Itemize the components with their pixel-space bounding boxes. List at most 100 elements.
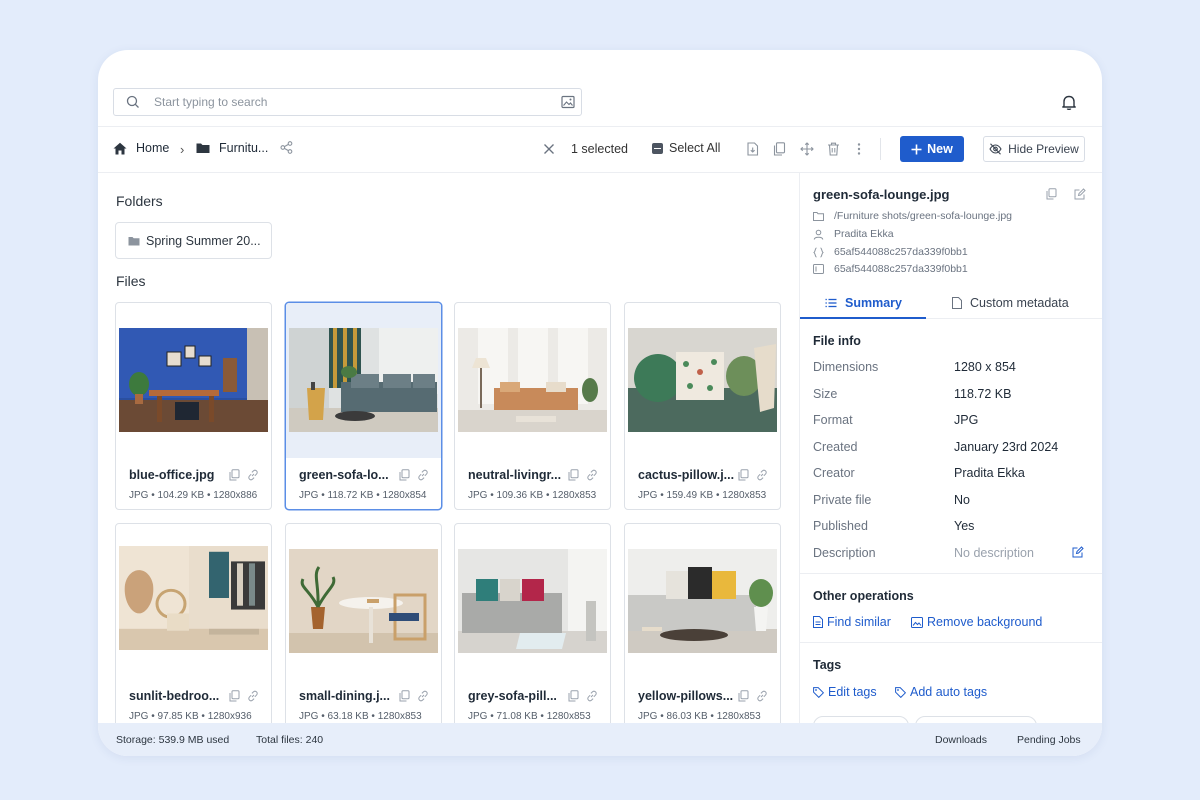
folder-item[interactable]: Spring Summer 20...: [115, 222, 272, 259]
file-card[interactable]: neutral-livingr... JPG • 109.36 KB • 128…: [454, 302, 611, 510]
info-value: 118.72 KB: [954, 387, 1012, 401]
tab-summary[interactable]: Summary: [825, 296, 902, 310]
copy-icon[interactable]: [773, 142, 786, 156]
thumbnail-image: [628, 328, 777, 432]
thumbnail-image: [458, 549, 607, 653]
share-icon[interactable]: [280, 141, 293, 154]
files-heading: Files: [116, 273, 146, 289]
close-icon[interactable]: [543, 143, 555, 155]
divider: [880, 138, 881, 160]
pending-jobs-link[interactable]: Pending Jobs: [1017, 734, 1081, 746]
more-vertical-icon[interactable]: [856, 142, 862, 156]
tab-custom-label: Custom metadata: [970, 296, 1069, 310]
copy-icon[interactable]: [738, 469, 749, 481]
copy-icon[interactable]: [1046, 188, 1057, 200]
home-icon: [113, 142, 127, 154]
thumbnail-image: [119, 328, 268, 432]
file-name: green-sofa-lo...: [299, 468, 389, 482]
remove-background-label: Remove background: [927, 615, 1043, 629]
image-edit-icon: [911, 616, 923, 628]
info-key: Description: [813, 546, 876, 560]
file-card[interactable]: small-dining.j... JPG • 63.18 KB • 1280x…: [285, 523, 442, 731]
folder-name: Spring Summer 20...: [146, 233, 261, 248]
hide-preview-label: Hide Preview: [1008, 142, 1079, 156]
delete-icon[interactable]: [827, 142, 840, 156]
copy-icon[interactable]: [738, 690, 749, 702]
file-name: sunlit-bedroo...: [129, 689, 220, 703]
link-icon[interactable]: [586, 690, 598, 702]
file-card[interactable]: cactus-pillow.j... JPG • 159.49 KB • 128…: [624, 302, 781, 510]
folder-outline-icon: [813, 211, 824, 221]
document-icon: [952, 297, 962, 309]
thumbnail-image: [289, 549, 438, 653]
total-files-status: Total files: 240: [256, 734, 324, 746]
divider: [98, 172, 1102, 173]
remove-background-button[interactable]: Remove background: [911, 615, 1042, 629]
link-icon[interactable]: [417, 690, 429, 702]
file-card[interactable]: sunlit-bedroo... JPG • 97.85 KB • 1280x9…: [115, 523, 272, 731]
info-key: Published: [813, 519, 868, 533]
new-button[interactable]: New: [900, 136, 964, 162]
link-icon[interactable]: [756, 469, 768, 481]
app-window: Home › Furnitu... 1 selected Select All …: [98, 50, 1102, 756]
user-icon: [813, 229, 824, 240]
file-name: cactus-pillow.j...: [638, 468, 735, 482]
breadcrumb-folder-label: Furnitu...: [219, 141, 269, 155]
folder-icon: [128, 236, 140, 245]
preview-id-secondary: 65af544088c257da339f0bb1: [813, 263, 968, 275]
search-input[interactable]: [154, 93, 554, 111]
download-icon[interactable]: [746, 142, 759, 156]
copy-icon[interactable]: [399, 690, 410, 702]
chevron-right-icon: ›: [180, 142, 185, 157]
thumbnail-area: [625, 303, 780, 458]
link-icon[interactable]: [586, 469, 598, 481]
divider: [800, 573, 1102, 574]
copy-icon[interactable]: [568, 469, 579, 481]
notifications-bell-icon[interactable]: [1061, 94, 1077, 111]
image-search-icon[interactable]: [561, 95, 575, 109]
file-card[interactable]: yellow-pillows... JPG • 86.03 KB • 1280x…: [624, 523, 781, 731]
find-similar-button[interactable]: Find similar: [813, 615, 891, 629]
file-meta: JPG • 104.29 KB • 1280x886: [129, 490, 258, 501]
breadcrumb-home[interactable]: Home: [113, 141, 169, 155]
file-meta: JPG • 109.36 KB • 1280x853: [468, 490, 597, 501]
tab-custom-metadata[interactable]: Custom metadata: [952, 296, 1069, 310]
thumbnail-image: [119, 546, 268, 650]
file-name: yellow-pillows...: [638, 689, 734, 703]
link-icon[interactable]: [247, 690, 259, 702]
search-icon: [126, 95, 139, 108]
select-all-button[interactable]: Select All: [652, 141, 720, 155]
copy-icon[interactable]: [568, 690, 579, 702]
copy-icon[interactable]: [229, 690, 240, 702]
braces-icon: [813, 247, 824, 257]
edit-description-icon[interactable]: [1072, 546, 1084, 558]
move-icon[interactable]: [800, 142, 814, 156]
file-card-selected[interactable]: green-sofa-lo... JPG • 118.72 KB • 1280x…: [285, 302, 442, 510]
info-key: Creator: [813, 466, 855, 480]
preview-id: 65af544088c257da339f0bb1: [813, 246, 968, 258]
file-card[interactable]: blue-office.jpg JPG • 104.29 KB • 1280x8…: [115, 302, 272, 510]
tag-icon: [895, 686, 906, 698]
copy-icon[interactable]: [399, 469, 410, 481]
info-value: January 23rd 2024: [954, 440, 1059, 454]
info-key: Dimensions: [813, 360, 879, 374]
folder-icon: [196, 143, 210, 153]
file-name: grey-sofa-pill...: [468, 689, 557, 703]
tags-heading: Tags: [813, 658, 842, 672]
new-button-label: New: [927, 142, 953, 156]
edit-tags-button[interactable]: Edit tags: [813, 685, 877, 699]
hide-preview-button[interactable]: Hide Preview: [983, 136, 1085, 162]
downloads-link[interactable]: Downloads: [935, 734, 987, 746]
edit-icon[interactable]: [1074, 188, 1086, 200]
add-auto-tags-button[interactable]: Add auto tags: [895, 685, 987, 699]
link-icon[interactable]: [247, 469, 259, 481]
link-icon[interactable]: [756, 690, 768, 702]
document-search-icon: [813, 616, 823, 628]
file-info-heading: File info: [813, 334, 861, 348]
checkbox-indeterminate-icon: [652, 142, 663, 154]
preview-path-text: /Furniture shots/green-sofa-lounge.jpg: [834, 210, 1013, 222]
breadcrumb-folder[interactable]: Furnitu...: [196, 141, 268, 155]
copy-icon[interactable]: [229, 469, 240, 481]
link-icon[interactable]: [417, 469, 429, 481]
file-card[interactable]: grey-sofa-pill... JPG • 71.08 KB • 1280x…: [454, 523, 611, 731]
